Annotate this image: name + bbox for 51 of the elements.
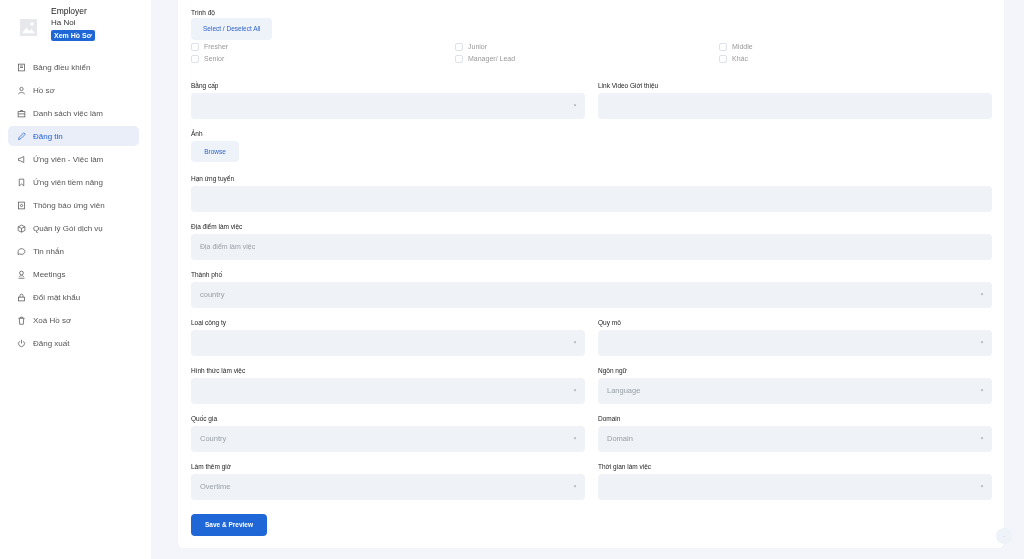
sidebar-item[interactable]: Đăng tin [8, 126, 139, 146]
bookmark-icon [17, 177, 26, 187]
users-icon [17, 85, 26, 95]
checkbox[interactable] [719, 54, 727, 63]
image-placeholder-icon [20, 19, 37, 36]
caret-icon [980, 437, 984, 440]
power-icon [17, 338, 26, 348]
checkbox[interactable] [455, 42, 463, 51]
checkbox[interactable] [719, 42, 727, 51]
sidebar-item[interactable]: Ứng viên tiềm năng [8, 172, 139, 192]
checkbox[interactable] [455, 54, 463, 63]
sidebar-item[interactable]: Tin nhắn [8, 241, 139, 261]
checkbox[interactable] [191, 54, 199, 63]
caret-icon [980, 485, 984, 488]
caret-icon [573, 104, 577, 107]
box-icon [17, 223, 26, 233]
user-icon [17, 269, 26, 279]
sidebar-item[interactable]: Bảng điều khiển [8, 57, 139, 77]
sidebar-item[interactable]: Đổi mật khẩu [8, 287, 139, 307]
document-icon [17, 62, 26, 72]
caret-icon [980, 389, 984, 392]
caret-icon [573, 437, 577, 440]
sidebar-item[interactable]: Meetings [8, 264, 139, 284]
trash-icon [17, 315, 26, 325]
caret-icon [573, 341, 577, 344]
pencil-icon [17, 131, 26, 141]
sidebar-item[interactable]: Danh sách việc làm [8, 103, 139, 123]
dropdown[interactable] [191, 92, 585, 119]
sidebar-item[interactable]: Đăng xuất [8, 333, 139, 353]
caret-icon [573, 485, 577, 488]
sidebar-item[interactable]: Xoá Hồ sơ [8, 310, 139, 330]
checkbox[interactable] [191, 42, 199, 51]
caret-icon [573, 389, 577, 392]
caret-icon [980, 341, 984, 344]
report-icon [17, 200, 26, 210]
briefcase-icon [17, 108, 26, 118]
megaphone-icon [17, 154, 26, 164]
scroll-top-button[interactable] [996, 528, 1012, 544]
sidebar-item[interactable]: Hồ sơ [8, 80, 139, 100]
chat-icon [17, 246, 26, 256]
caret-icon [980, 293, 984, 296]
sidebar-item[interactable]: Ứng viên - Việc làm [8, 149, 139, 169]
profile-name: Employer [51, 6, 87, 17]
dropdown[interactable] [191, 329, 585, 356]
dropdown[interactable] [598, 473, 992, 500]
sidebar-item[interactable]: Thông báo ứng viên [8, 195, 139, 215]
sidebar-item[interactable]: Quản lý Gói dịch vụ [8, 218, 139, 238]
dropdown[interactable] [191, 377, 585, 404]
lock-icon [17, 292, 26, 302]
dropdown[interactable] [598, 329, 992, 356]
profile-location: Ha Noi [51, 18, 76, 28]
